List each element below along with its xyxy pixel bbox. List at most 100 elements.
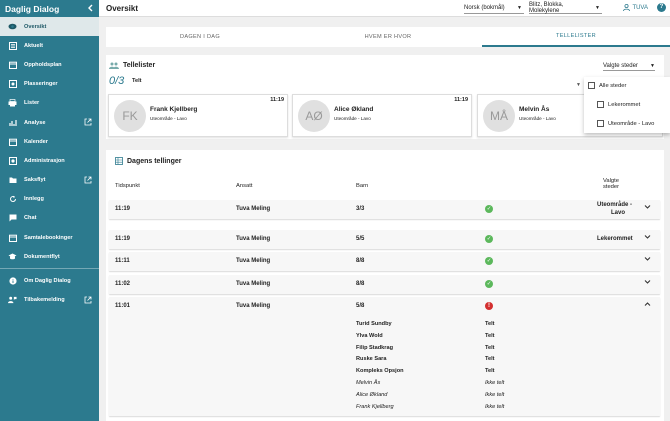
child-name: Turid Sundby	[356, 321, 392, 327]
column-header-children: Barn	[356, 183, 369, 189]
chevron-down-icon[interactable]	[644, 234, 651, 242]
chevron-down-icon[interactable]	[644, 256, 651, 264]
sidebar-item-saksflyt[interactable]: Saksflyt	[0, 171, 99, 190]
avatar: MÅ	[483, 100, 515, 132]
table-row[interactable]: 11:01 Tuva Meling 5/8! Turid Sundby Telt Ylva…	[109, 297, 660, 416]
person-card[interactable]: AØ Alice Økland Uteområde - Lavo 11:19	[292, 94, 472, 137]
external-link-icon	[84, 176, 92, 184]
language-select[interactable]: Norsk (bokmål) ▼	[464, 3, 524, 14]
column-header-places: Valgte steder	[602, 178, 620, 190]
printer-icon	[8, 99, 17, 107]
person-name: Frank Kjellberg	[150, 106, 198, 113]
sidebar-item-aktuelt[interactable]: Aktuelt	[0, 36, 99, 55]
table-row[interactable]: 11:11 Tuva Meling 8/8 ✓	[109, 252, 660, 271]
row-children: 5/8	[356, 303, 365, 309]
table-row[interactable]: 11:19 Tuva Meling 5/5 ✓ Lekerommet	[109, 230, 660, 249]
collapse-sidebar-icon[interactable]	[87, 4, 94, 14]
sidebar-item-label: Aktuelt	[24, 42, 43, 49]
place-option-alle-steder[interactable]: Alle steder	[588, 82, 626, 89]
help-icon[interactable]: ?	[657, 3, 666, 12]
sidebar-item-oversikt[interactable]: Oversikt	[0, 17, 99, 37]
tab-tellelister[interactable]: TELLELISTER	[482, 27, 670, 47]
sidebar-item-label: Innlegg	[24, 196, 44, 203]
tab-bar: DAGEN I DAG HVEM ER HVOR TELLELISTER	[106, 27, 670, 47]
row-employee: Tuva Meling	[236, 303, 271, 309]
sidebar-item-chat[interactable]: Chat	[0, 209, 99, 228]
sidebar-item-lister[interactable]: Lister	[0, 94, 99, 113]
tab-hvem-er-hvor[interactable]: HVEM ER HVOR	[294, 27, 482, 47]
sidebar-item-dokumentflyt[interactable]: Dokumentflyt	[0, 247, 99, 266]
person-location: Uteområde - Lavo	[519, 116, 556, 121]
chevron-up-icon[interactable]	[644, 301, 651, 309]
sidebar-item-administrasjon[interactable]: Administrasjon	[0, 151, 99, 170]
sidebar-header: Daglig Dialog	[0, 0, 99, 17]
person-location: Uteområde - Lavo	[334, 116, 371, 121]
sidebar-item-om-daglig-dialog[interactable]: Om Daglig Dialog	[0, 271, 99, 290]
check-circle-icon: ✓	[485, 235, 493, 243]
row-time: 11:19	[115, 236, 131, 242]
app-title: Daglig Dialog	[5, 3, 60, 14]
checkbox[interactable]	[597, 120, 604, 127]
sidebar-item-label: Administrasjon	[24, 157, 65, 164]
sidebar-item-innlegg[interactable]: Innlegg	[0, 190, 99, 209]
child-status: Ikke telt	[485, 391, 505, 398]
child-status: Telt	[485, 356, 495, 363]
location-icon	[8, 80, 17, 89]
checkbox[interactable]	[588, 82, 595, 89]
tellelister-card: Tellelister 0/3 Telt Valgte steder ▼ ▼ FK…	[106, 55, 670, 139]
row-children: 3/3	[356, 206, 365, 212]
hat-icon	[8, 253, 17, 261]
sidebar-item-label: Analyse	[24, 119, 46, 126]
external-link-icon	[84, 118, 92, 126]
person-name: Melvin Ås	[519, 106, 550, 113]
selected-places-select[interactable]: Valgte steder ▼	[603, 63, 655, 71]
info-icon	[8, 277, 17, 285]
row-time: 11:02	[115, 281, 131, 287]
user-menu[interactable]: TUVA	[623, 4, 648, 11]
row-time: 11:01	[115, 303, 131, 309]
table-row[interactable]: 11:19 Tuva Meling 3/3 ✓ Uteområde - Lavo	[109, 200, 660, 219]
sidebar-item-oppholdsplan[interactable]: Oppholdsplan	[0, 55, 99, 74]
child-status: Telt	[485, 321, 495, 327]
person-card[interactable]: FK Frank Kjellberg Uteområde - Lavo 11:1…	[108, 94, 288, 137]
avatar: AØ	[298, 100, 330, 132]
table-icon	[115, 157, 123, 165]
refresh-icon	[8, 195, 17, 203]
table-row[interactable]: 11:02 Tuva Meling 8/8 ✓	[109, 275, 660, 294]
dagens-tellinger-card: Dagens tellinger Tidspunkt Ansatt Barn V…	[106, 150, 664, 421]
tab-dagen-i-dag[interactable]: DAGEN I DAG	[106, 27, 294, 47]
sidebar-divider	[0, 268, 99, 270]
sidebar-item-tilbakemelding[interactable]: Tilbakemelding	[0, 291, 99, 310]
column-header-time: Tidspunkt	[115, 183, 140, 189]
child-status: Telt	[485, 332, 495, 339]
avatar: FK	[114, 100, 146, 132]
row-employee: Tuva Meling	[236, 258, 271, 264]
row-employee: Tuva Meling	[236, 206, 271, 212]
dropdown-arrow-icon: ▼	[595, 5, 600, 11]
chevron-down-icon[interactable]	[644, 279, 651, 287]
row-place: Lekerommet	[597, 236, 633, 242]
dropdown-arrow-icon[interactable]: ▼	[576, 82, 581, 88]
sidebar-item-plasseringer[interactable]: Plasseringer	[0, 75, 99, 94]
person-name: Alice Økland	[334, 106, 374, 113]
chat-icon	[8, 214, 17, 222]
checkbox[interactable]	[597, 101, 604, 108]
sidebar-item-kalender[interactable]: Kalender	[0, 132, 99, 151]
settings-icon	[8, 156, 17, 165]
counted-total: 0/3	[109, 75, 125, 87]
places-dropdown-menu: Alle steder Lekerommet Uteområde - Lavo	[584, 77, 670, 133]
sidebar-item-label: Lister	[24, 100, 40, 107]
place-option-uteomrade-lavo[interactable]: Uteområde - Lavo	[597, 120, 654, 127]
sidebar-item-analyse[interactable]: Analyse	[0, 113, 99, 132]
department-select[interactable]: Blitz, Blokka, Molekylene ▼	[529, 2, 602, 14]
row-children: 5/5	[356, 236, 365, 242]
sidebar-item-label: Tilbakemelding	[24, 297, 65, 304]
place-option-lekerommet[interactable]: Lekerommet	[597, 101, 640, 108]
eye-icon	[8, 23, 17, 31]
people-icon	[109, 62, 119, 69]
sidebar-item-samtalebookinger[interactable]: Samtalebookinger	[0, 228, 99, 247]
child-name: Ruske Sara	[356, 356, 387, 363]
child-name: Ylva Wold	[356, 332, 383, 339]
sidebar-item-label: Oversikt	[24, 23, 47, 30]
chevron-down-icon[interactable]	[644, 204, 651, 212]
